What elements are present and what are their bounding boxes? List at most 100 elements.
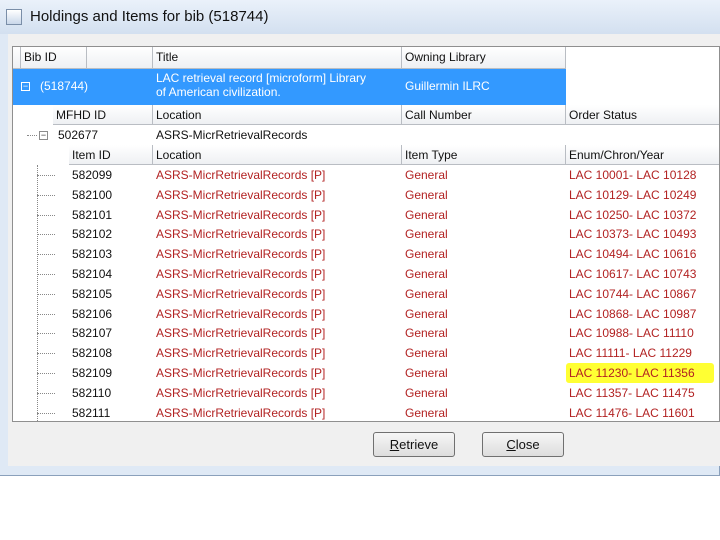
item-id: 582100 bbox=[72, 187, 113, 202]
item-type: General bbox=[405, 306, 448, 321]
mfhd-id: 502677 bbox=[58, 128, 99, 142]
item-enum-chron-year: LAC 10988- LAC 11110 bbox=[569, 326, 694, 341]
item-row[interactable]: 582102 ASRS-MicrRetrievalRecords [P] Gener… bbox=[13, 224, 719, 244]
bib-title-line2: of American civilization. bbox=[156, 85, 281, 99]
col-header-mfhd-id[interactable]: MFHD ID bbox=[53, 105, 153, 125]
item-enum-chron-year: LAC 10129- LAC 10249 bbox=[569, 187, 697, 202]
item-id: 582102 bbox=[72, 227, 113, 242]
retrieve-accel: R bbox=[389, 437, 400, 452]
window-title: Holdings and Items for bib (518744) bbox=[30, 8, 269, 25]
bib-row[interactable]: − (518744) LAC retrieval record [microfo… bbox=[13, 69, 566, 105]
col-header-blank bbox=[87, 47, 153, 69]
close-accel: C bbox=[506, 437, 516, 452]
item-row[interactable]: 582099 ASRS-MicrRetrievalRecords [P] Gener… bbox=[13, 165, 719, 185]
tree-connector bbox=[37, 353, 55, 355]
item-type: General bbox=[405, 168, 448, 182]
item-type: General bbox=[405, 227, 448, 242]
item-type: General bbox=[405, 405, 448, 420]
col-header-item-id[interactable]: Item ID bbox=[69, 145, 153, 165]
item-id: 582103 bbox=[72, 247, 113, 262]
tree-connector bbox=[37, 293, 55, 295]
col-header-owning-library[interactable]: Owning Library bbox=[402, 47, 566, 69]
item-type: General bbox=[405, 346, 448, 361]
bib-title-line1: LAC retrieval record [microform] Library bbox=[156, 71, 367, 85]
minus-box-icon[interactable]: − bbox=[21, 82, 30, 91]
item-enum-chron-year: LAC 10373- LAC 10493 bbox=[569, 227, 697, 242]
tree-connector bbox=[37, 412, 55, 414]
mfhd-row[interactable]: − 502677 ASRS-MicrRetrievalRecords bbox=[13, 125, 719, 145]
minus-box-icon[interactable]: − bbox=[39, 131, 48, 140]
dialog-body: Bib ID Title Owning Library − (518744) L… bbox=[8, 34, 720, 466]
item-id: 582099 bbox=[72, 168, 113, 182]
tree-connector bbox=[27, 135, 37, 136]
item-enum-chron-year: LAC 11230- LAC 11356 bbox=[566, 363, 714, 383]
retrieve-label: etrieve bbox=[399, 437, 439, 452]
item-type: General bbox=[405, 187, 448, 202]
item-location: ASRS-MicrRetrievalRecords [P] bbox=[156, 267, 326, 281]
tree-connector bbox=[37, 194, 55, 196]
item-type: General bbox=[405, 267, 448, 281]
item-location: ASRS-MicrRetrievalRecords [P] bbox=[156, 247, 326, 262]
item-row[interactable]: 582108 ASRS-MicrRetrievalRecords [P] Gener… bbox=[13, 343, 719, 363]
item-enum-chron-year: LAC 10001- LAC 10128 bbox=[569, 168, 697, 182]
tree-connector bbox=[37, 313, 55, 315]
item-enum-chron-year: LAC 11476- LAC 11601 bbox=[569, 405, 695, 420]
item-type: General bbox=[405, 207, 448, 222]
item-id: 582105 bbox=[72, 286, 113, 301]
col-header-bib-id[interactable]: Bib ID bbox=[21, 47, 87, 69]
item-row[interactable]: 582100 ASRS-MicrRetrievalRecords [P] Gener… bbox=[13, 185, 719, 205]
col-header-enum-chron-year[interactable]: Enum/Chron/Year bbox=[566, 145, 719, 165]
header-spacer bbox=[13, 47, 21, 69]
item-row[interactable]: 582103 ASRS-MicrRetrievalRecords [P] Gener… bbox=[13, 244, 719, 264]
holdings-dialog: Holdings and Items for bib (518744) Bib … bbox=[0, 0, 720, 476]
item-location: ASRS-MicrRetrievalRecords [P] bbox=[156, 306, 326, 321]
item-type: General bbox=[405, 286, 448, 301]
item-row[interactable]: 582101 ASRS-MicrRetrievalRecords [P] Gener… bbox=[13, 205, 719, 225]
item-id: 582108 bbox=[72, 346, 113, 361]
item-location: ASRS-MicrRetrievalRecords [P] bbox=[156, 168, 326, 182]
item-row[interactable]: 582104 ASRS-MicrRetrievalRecords [P] Gener… bbox=[13, 264, 719, 284]
item-id: 582106 bbox=[72, 306, 113, 321]
item-location: ASRS-MicrRetrievalRecords [P] bbox=[156, 366, 326, 380]
item-location: ASRS-MicrRetrievalRecords [P] bbox=[156, 227, 326, 242]
item-header-row: Item ID Location Item Type Enum/Chron/Ye… bbox=[13, 145, 719, 165]
retrieve-button[interactable]: Retrieve bbox=[373, 432, 455, 457]
col-header-order-status[interactable]: Order Status bbox=[566, 105, 719, 125]
item-location: ASRS-MicrRetrievalRecords [P] bbox=[156, 346, 326, 361]
bib-id: (518744) bbox=[40, 79, 89, 93]
item-row[interactable]: 582111 ASRS-MicrRetrievalRecords [P] Gener… bbox=[13, 403, 719, 421]
close-button[interactable]: Close bbox=[482, 432, 564, 457]
item-row[interactable]: 582109 ASRS-MicrRetrievalRecords [P] Gener… bbox=[13, 363, 719, 383]
item-type: General bbox=[405, 385, 448, 400]
col-header-item-type[interactable]: Item Type bbox=[402, 145, 566, 165]
item-row[interactable]: 582107 ASRS-MicrRetrievalRecords [P] Gener… bbox=[13, 323, 719, 343]
tree-connector bbox=[37, 234, 55, 236]
item-location: ASRS-MicrRetrievalRecords [P] bbox=[156, 405, 326, 420]
item-location: ASRS-MicrRetrievalRecords [P] bbox=[156, 187, 326, 202]
item-enum-chron-year: LAC 10744- LAC 10867 bbox=[569, 286, 697, 301]
window-icon bbox=[6, 9, 22, 25]
title-bar: Holdings and Items for bib (518744) bbox=[0, 0, 720, 34]
item-row[interactable]: 582106 ASRS-MicrRetrievalRecords [P] Gener… bbox=[13, 304, 719, 324]
col-header-call-number[interactable]: Call Number bbox=[402, 105, 566, 125]
close-label: lose bbox=[515, 437, 540, 452]
item-row[interactable]: 582105 ASRS-MicrRetrievalRecords [P] Gener… bbox=[13, 284, 719, 304]
item-enum-chron-year: LAC 11111- LAC 11229 bbox=[569, 346, 692, 361]
holdings-tree-grid[interactable]: Bib ID Title Owning Library − (518744) L… bbox=[12, 46, 720, 422]
item-enum-chron-year: LAC 10494- LAC 10616 bbox=[569, 247, 697, 262]
tree-connector bbox=[37, 254, 55, 256]
item-id: 582109 bbox=[72, 366, 113, 380]
item-id: 582111 bbox=[72, 405, 111, 420]
tree-connector bbox=[37, 274, 55, 275]
bib-owning-library: Guillermin ILRC bbox=[405, 79, 490, 93]
item-id: 582101 bbox=[72, 207, 113, 222]
item-location: ASRS-MicrRetrievalRecords [P] bbox=[156, 385, 326, 400]
item-location: ASRS-MicrRetrievalRecords [P] bbox=[156, 286, 326, 301]
mfhd-header-row: MFHD ID Location Call Number Order Statu… bbox=[13, 105, 719, 125]
mfhd-location: ASRS-MicrRetrievalRecords bbox=[156, 128, 308, 142]
col-header-title[interactable]: Title bbox=[153, 47, 402, 69]
col-header-mfhd-location[interactable]: Location bbox=[153, 105, 402, 125]
item-row[interactable]: 582110 ASRS-MicrRetrievalRecords [P] Gener… bbox=[13, 383, 719, 403]
tree-connector bbox=[37, 373, 55, 374]
col-header-item-location[interactable]: Location bbox=[153, 145, 402, 165]
